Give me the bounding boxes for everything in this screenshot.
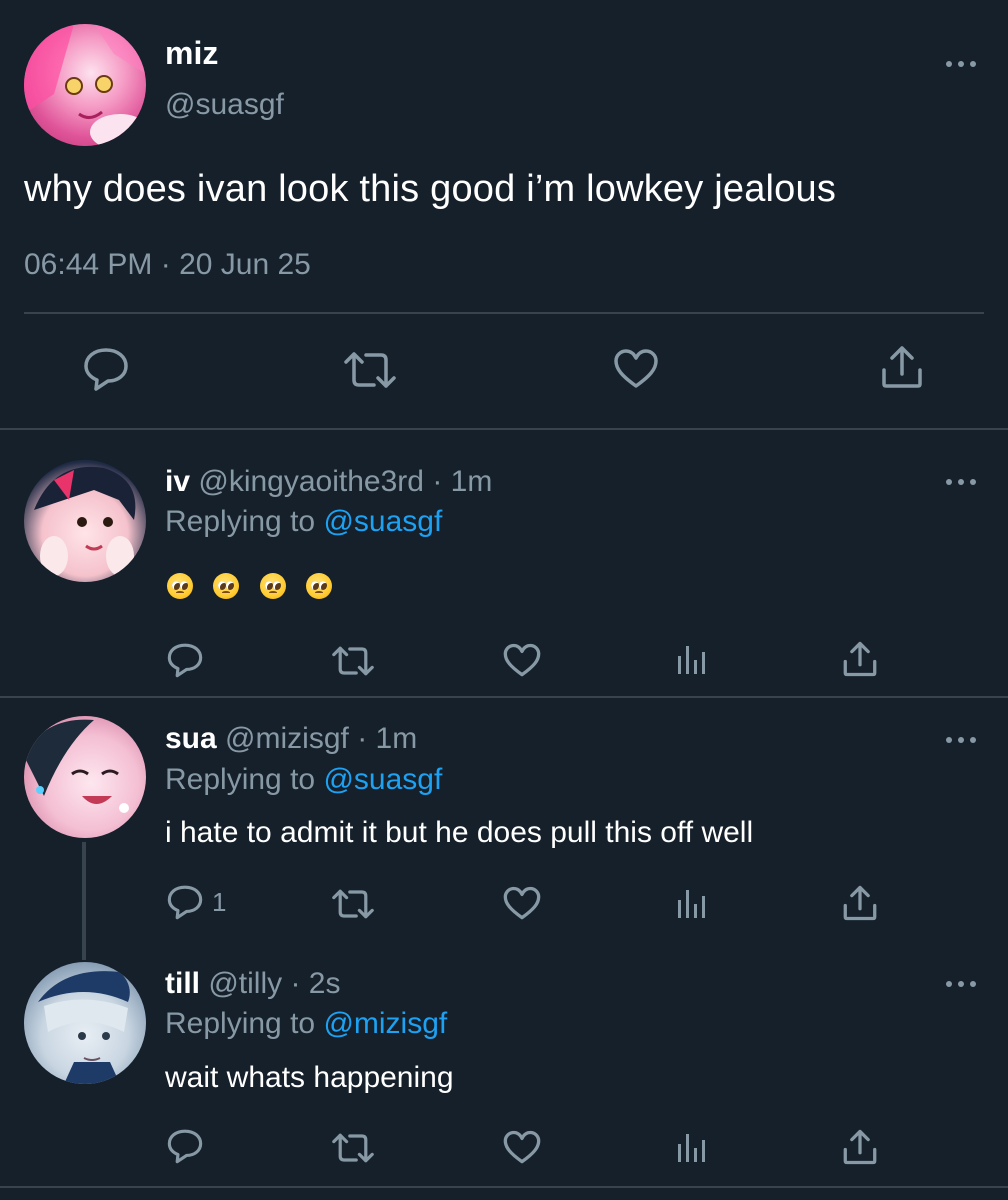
- replying-to-line: Replying to @suasgf: [165, 505, 442, 539]
- section-divider: [0, 428, 1008, 430]
- reply-text: wait whats happening: [165, 1061, 454, 1094]
- reply-author-handle[interactable]: @mizisgf: [225, 722, 349, 755]
- retweet-icon: [332, 1133, 374, 1163]
- analytics-button[interactable]: [676, 1130, 708, 1164]
- replying-to-prefix: Replying to: [165, 505, 316, 538]
- share-button[interactable]: [880, 344, 924, 390]
- reply-icon: [167, 885, 203, 920]
- reply-time: · 1m: [357, 722, 418, 755]
- pleading-face-emoji: [259, 573, 286, 599]
- reply-button[interactable]: 1: [166, 884, 226, 920]
- avatar-sua[interactable]: [24, 716, 146, 838]
- replying-to-link[interactable]: @suasgf: [323, 763, 442, 796]
- reply-button[interactable]: [82, 346, 130, 392]
- share-button[interactable]: [842, 884, 878, 922]
- avatar-till[interactable]: [24, 962, 146, 1084]
- reply-author-name[interactable]: sua: [165, 722, 217, 755]
- section-divider: [0, 696, 1008, 698]
- reply-icon: [167, 1129, 203, 1164]
- heart-icon: [503, 1130, 541, 1164]
- avatar-till-art: [38, 971, 130, 1084]
- reply-author-name[interactable]: till: [165, 967, 200, 1000]
- retweet-button[interactable]: [330, 1132, 376, 1164]
- replying-to-link[interactable]: @suasgf: [323, 505, 442, 538]
- reply-icon: [167, 643, 203, 678]
- retweet-icon: [332, 889, 374, 919]
- heart-icon: [503, 643, 541, 677]
- replying-to-link[interactable]: @mizisgf: [323, 1007, 447, 1040]
- reply-time: · 1m: [432, 465, 493, 498]
- analytics-icon: [678, 1134, 705, 1162]
- tweet-divider: [24, 312, 984, 314]
- author-name[interactable]: miz: [165, 35, 218, 72]
- avatar-miz[interactable]: [24, 24, 146, 146]
- share-icon: [843, 885, 877, 921]
- share-icon: [843, 1129, 877, 1165]
- share-icon: [843, 641, 877, 677]
- section-divider: [0, 1186, 1008, 1188]
- avatar-iv[interactable]: [24, 460, 146, 582]
- retweet-icon: [344, 352, 396, 388]
- like-button[interactable]: [502, 1130, 542, 1165]
- pleading-face-emoji: [167, 573, 193, 599]
- retweet-button[interactable]: [330, 645, 376, 677]
- pleading-face-emoji: [213, 573, 240, 599]
- analytics-icon: [678, 890, 705, 918]
- share-button[interactable]: [842, 1128, 878, 1166]
- reply-author-handle[interactable]: @tilly: [208, 967, 282, 1000]
- like-button[interactable]: [502, 643, 542, 678]
- reply-count: 1: [212, 886, 227, 917]
- reply-header: iv @kingyaoithe3rd · 1m: [165, 465, 492, 499]
- pleading-face-emoji: [306, 573, 333, 599]
- tweet-text: why does ivan look this good i’m lowkey …: [24, 168, 837, 210]
- reply-author-name[interactable]: iv: [165, 465, 190, 498]
- heart-icon: [614, 349, 658, 388]
- reply-author-handle[interactable]: @kingyaoithe3rd: [198, 465, 424, 498]
- reply-icon: [84, 348, 128, 391]
- emoji-row: [167, 573, 348, 599]
- reply-button[interactable]: [166, 1128, 204, 1164]
- analytics-icon: [678, 646, 705, 674]
- avatar-miz-art: [24, 24, 146, 146]
- avatar-iv-art: [34, 466, 136, 576]
- more-options-icon[interactable]: [946, 58, 976, 70]
- reply-button[interactable]: [166, 642, 204, 678]
- tweet-timestamp: 06:44 PM · 20 Jun 25: [24, 248, 311, 281]
- analytics-button[interactable]: [676, 886, 708, 920]
- reply-header: till @tilly · 2s: [165, 967, 341, 1001]
- reply-time: · 2s: [290, 967, 341, 1000]
- heart-icon: [503, 886, 541, 920]
- share-icon: [882, 346, 922, 388]
- reply-header: sua @mizisgf · 1m: [165, 722, 417, 756]
- replying-to-prefix: Replying to: [165, 763, 316, 796]
- thread-line: [82, 842, 86, 960]
- retweet-button[interactable]: [330, 888, 376, 920]
- more-options-icon[interactable]: [946, 734, 976, 746]
- replying-to-prefix: Replying to: [165, 1007, 316, 1040]
- replying-to-line: Replying to @suasgf: [165, 763, 442, 797]
- replying-to-line: Replying to @mizisgf: [165, 1007, 447, 1041]
- retweet-icon: [332, 646, 374, 676]
- like-button[interactable]: [612, 348, 660, 390]
- like-button[interactable]: [502, 886, 542, 921]
- share-button[interactable]: [842, 640, 878, 678]
- analytics-button[interactable]: [676, 642, 708, 676]
- retweet-button[interactable]: [342, 350, 398, 390]
- reply-text: i hate to admit it but he does pull this…: [165, 816, 754, 849]
- avatar-sua-art: [24, 719, 129, 813]
- more-options-icon[interactable]: [946, 476, 976, 488]
- author-handle[interactable]: @suasgf: [165, 88, 284, 122]
- more-options-icon[interactable]: [946, 978, 976, 990]
